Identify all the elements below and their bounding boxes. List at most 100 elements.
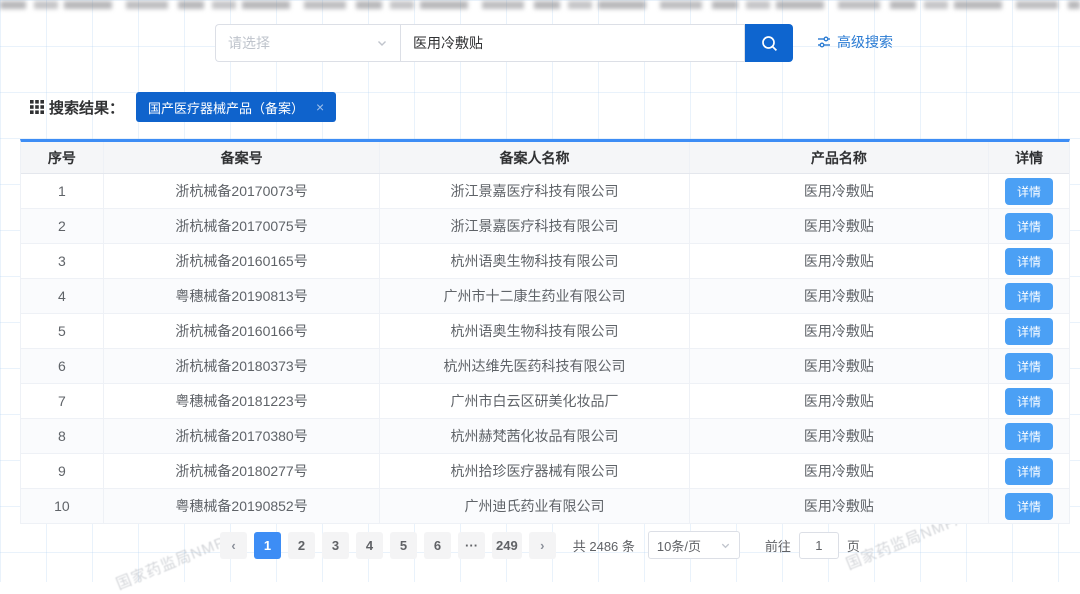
search-icon bbox=[760, 34, 779, 53]
filter-sliders-icon bbox=[817, 35, 831, 49]
row-registrant: 杭州达维先医药科技有限公司 bbox=[380, 349, 690, 383]
row-record-no: 粤穗械备20181223号 bbox=[104, 384, 381, 418]
row-registrant: 广州市十二康生药业有限公司 bbox=[380, 279, 690, 313]
pagination: ‹ 123456 ··· 249 › 共 2486 条 10条/页 前往 页 bbox=[0, 531, 1080, 559]
next-page-button[interactable]: › bbox=[528, 531, 556, 559]
table-row: 8 浙杭械备20170380号 杭州赫梵茜化妆品有限公司 医用冷敷贴 详情 bbox=[21, 419, 1069, 454]
row-registrant: 杭州拾珍医疗器械有限公司 bbox=[380, 454, 690, 488]
column-header-detail: 详情 bbox=[1015, 149, 1044, 166]
row-product: 医用冷敷贴 bbox=[690, 314, 990, 348]
result-type-tag[interactable]: 国产医疗器械产品（备案） × bbox=[136, 92, 337, 122]
row-product: 医用冷敷贴 bbox=[690, 419, 990, 453]
grid-icon bbox=[30, 100, 44, 114]
row-record-no: 浙杭械备20160165号 bbox=[104, 244, 381, 278]
row-record-no: 粤穗械备20190852号 bbox=[104, 489, 381, 523]
table-row: 7 粤穗械备20181223号 广州市白云区研美化妆品厂 医用冷敷贴 详情 bbox=[21, 384, 1069, 419]
detail-button[interactable]: 详情 bbox=[1005, 317, 1054, 345]
row-registrant: 杭州赫梵茜化妆品有限公司 bbox=[380, 419, 690, 453]
last-page-button[interactable]: 249 bbox=[492, 531, 522, 559]
detail-button[interactable]: 详情 bbox=[1005, 247, 1054, 275]
detail-button[interactable]: 详情 bbox=[1005, 352, 1054, 380]
table-row: 4 粤穗械备20190813号 广州市十二康生药业有限公司 医用冷敷贴 详情 bbox=[21, 279, 1069, 314]
redacted-top-strip bbox=[0, 1, 1080, 9]
search-bar: 请选择 bbox=[215, 24, 793, 62]
row-no: 9 bbox=[21, 454, 104, 488]
row-registrant: 广州迪氏药业有限公司 bbox=[380, 489, 690, 523]
row-record-no: 粤穗械备20190813号 bbox=[104, 279, 381, 313]
row-product: 医用冷敷贴 bbox=[690, 489, 990, 523]
page-jump: 前往 页 bbox=[764, 531, 860, 559]
goto-page-input[interactable] bbox=[798, 531, 839, 559]
row-no: 7 bbox=[21, 384, 104, 418]
chevron-down-icon bbox=[376, 37, 388, 49]
goto-label: 前往 bbox=[764, 538, 791, 554]
goto-suffix-label: 页 bbox=[846, 538, 860, 554]
row-no: 8 bbox=[21, 419, 104, 453]
results-bar: 搜索结果： 国产医疗器械产品（备案） × bbox=[30, 92, 337, 122]
page-button[interactable]: 4 bbox=[356, 531, 384, 559]
detail-button[interactable]: 详情 bbox=[1005, 387, 1054, 415]
row-product: 医用冷敷贴 bbox=[690, 454, 990, 488]
prev-page-button[interactable]: ‹ bbox=[220, 531, 248, 559]
row-no: 5 bbox=[21, 314, 104, 348]
page-button[interactable]: 1 bbox=[254, 531, 282, 559]
detail-button[interactable]: 详情 bbox=[1005, 177, 1054, 205]
detail-button[interactable]: 详情 bbox=[1005, 422, 1054, 450]
table-body: 1 浙杭械备20170073号 浙江景嘉医疗科技有限公司 医用冷敷贴 详情 2 … bbox=[21, 174, 1069, 524]
row-product: 医用冷敷贴 bbox=[690, 244, 990, 278]
page-button[interactable]: 5 bbox=[390, 531, 418, 559]
page-size-select[interactable]: 10条/页 bbox=[647, 531, 740, 559]
row-registrant: 杭州语奥生物科技有限公司 bbox=[380, 314, 690, 348]
total-count-label: 共 2486 条 bbox=[572, 538, 635, 554]
detail-button[interactable]: 详情 bbox=[1005, 212, 1054, 240]
table-row: 9 浙杭械备20180277号 杭州拾珍医疗器械有限公司 医用冷敷贴 详情 bbox=[21, 454, 1069, 489]
results-label: 搜索结果： bbox=[49, 99, 125, 117]
table-header: 序号 备案号 备案人名称 产品名称 详情 bbox=[21, 142, 1069, 174]
row-record-no: 浙杭械备20170075号 bbox=[104, 209, 381, 243]
detail-button[interactable]: 详情 bbox=[1005, 282, 1054, 310]
row-record-no: 浙杭械备20180277号 bbox=[104, 454, 381, 488]
column-header-registrant: 备案人名称 bbox=[380, 142, 690, 173]
close-icon[interactable]: × bbox=[316, 100, 324, 114]
result-type-tag-label: 国产医疗器械产品（备案） bbox=[148, 100, 305, 116]
row-registrant: 浙江景嘉医疗科技有限公司 bbox=[380, 209, 690, 243]
page-button[interactable]: 2 bbox=[288, 531, 316, 559]
table-row: 1 浙杭械备20170073号 浙江景嘉医疗科技有限公司 医用冷敷贴 详情 bbox=[21, 174, 1069, 209]
row-record-no: 浙杭械备20160166号 bbox=[104, 314, 381, 348]
advanced-search-label: 高级搜索 bbox=[837, 34, 893, 50]
row-record-no: 浙杭械备20170073号 bbox=[104, 174, 381, 208]
row-record-no: 浙杭械备20180373号 bbox=[104, 349, 381, 383]
detail-button[interactable]: 详情 bbox=[1005, 492, 1054, 520]
row-no: 4 bbox=[21, 279, 104, 313]
results-table: 序号 备案号 备案人名称 产品名称 详情 1 浙杭械备20170073号 浙江景… bbox=[20, 139, 1070, 524]
category-select[interactable]: 请选择 bbox=[215, 24, 400, 62]
column-header-no: 序号 bbox=[21, 142, 104, 173]
row-product: 医用冷敷贴 bbox=[690, 349, 990, 383]
row-record-no: 浙杭械备20170380号 bbox=[104, 419, 381, 453]
detail-button[interactable]: 详情 bbox=[1005, 457, 1054, 485]
table-row: 2 浙杭械备20170075号 浙江景嘉医疗科技有限公司 医用冷敷贴 详情 bbox=[21, 209, 1069, 244]
advanced-search-link[interactable]: 高级搜索 bbox=[817, 32, 893, 52]
table-row: 10 粤穗械备20190852号 广州迪氏药业有限公司 医用冷敷贴 详情 bbox=[21, 489, 1069, 524]
page-number-buttons: 123456 bbox=[254, 531, 452, 559]
column-header-record-no: 备案号 bbox=[104, 142, 381, 173]
row-product: 医用冷敷贴 bbox=[690, 384, 990, 418]
row-no: 2 bbox=[21, 209, 104, 243]
row-registrant: 杭州语奥生物科技有限公司 bbox=[380, 244, 690, 278]
row-no: 3 bbox=[21, 244, 104, 278]
row-no: 10 bbox=[21, 489, 104, 523]
page-button[interactable]: 6 bbox=[424, 531, 452, 559]
table-row: 5 浙杭械备20160166号 杭州语奥生物科技有限公司 医用冷敷贴 详情 bbox=[21, 314, 1069, 349]
more-pages-button[interactable]: ··· bbox=[458, 531, 486, 559]
page-button[interactable]: 3 bbox=[322, 531, 350, 559]
column-header-product: 产品名称 bbox=[690, 142, 990, 173]
category-select-placeholder: 请选择 bbox=[228, 35, 270, 51]
page-size-value: 10条/页 bbox=[656, 538, 701, 554]
search-input[interactable] bbox=[400, 24, 745, 62]
search-button[interactable] bbox=[745, 24, 793, 62]
table-row: 6 浙杭械备20180373号 杭州达维先医药科技有限公司 医用冷敷贴 详情 bbox=[21, 349, 1069, 384]
chevron-down-icon bbox=[720, 540, 731, 551]
row-registrant: 广州市白云区研美化妆品厂 bbox=[380, 384, 690, 418]
row-no: 1 bbox=[21, 174, 104, 208]
table-row: 3 浙杭械备20160165号 杭州语奥生物科技有限公司 医用冷敷贴 详情 bbox=[21, 244, 1069, 279]
